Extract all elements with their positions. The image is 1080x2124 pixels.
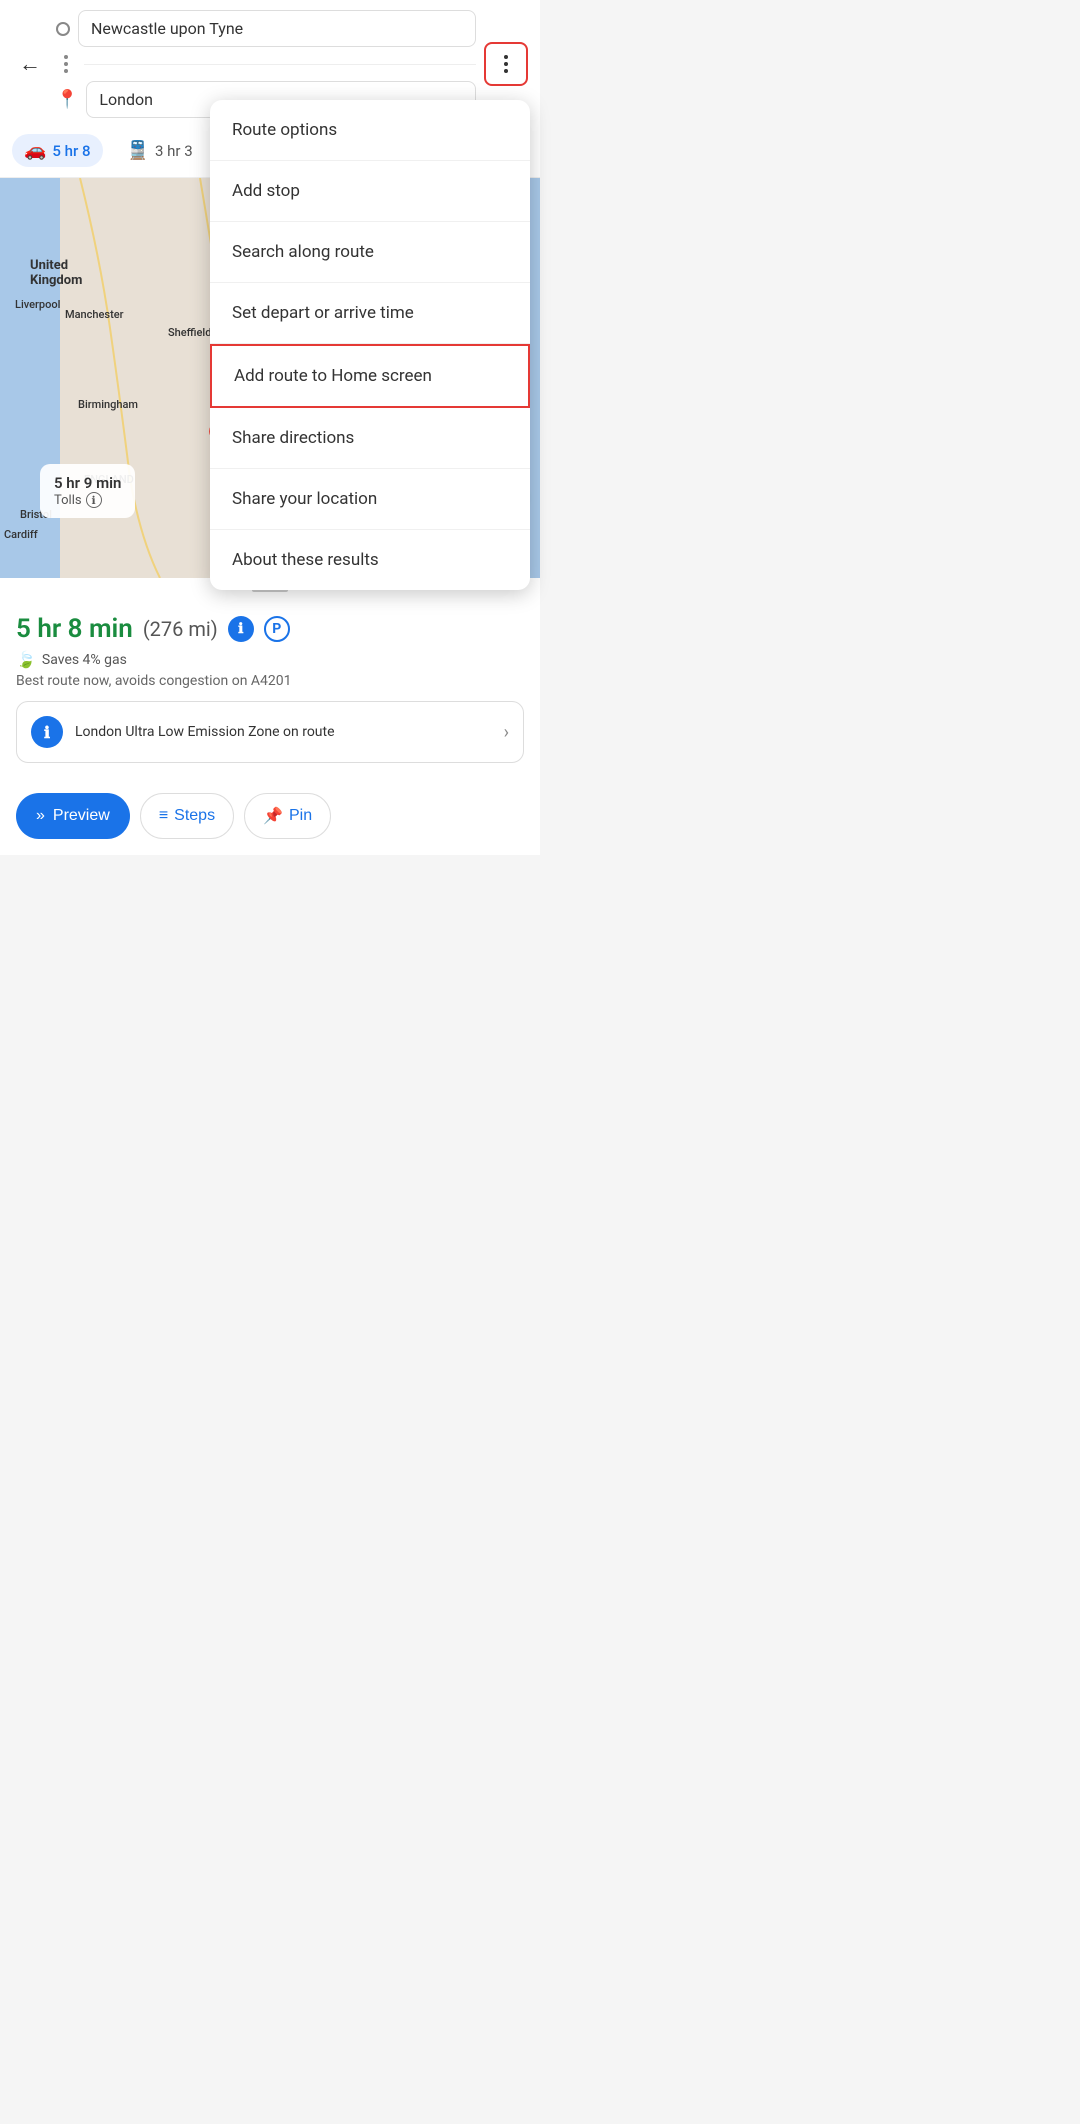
car-icon: 🚗 — [24, 140, 46, 161]
pin-button[interactable]: 📌 Pin — [244, 793, 331, 839]
menu-item-route-options[interactable]: Route options — [210, 100, 530, 161]
gas-savings-text: Saves 4% gas — [42, 652, 127, 668]
driving-time: 5 hr 8 — [52, 142, 90, 160]
more-options-button[interactable] — [484, 42, 528, 86]
menu-item-about-results[interactable]: About these results — [210, 530, 530, 590]
action-buttons: » Preview ≡ Steps 📌 Pin — [0, 785, 540, 855]
map-label-uk: UnitedKingdom — [30, 258, 82, 288]
three-dots-icon — [504, 55, 508, 73]
pin-icon: 📌 — [263, 806, 283, 826]
dropdown-menu: Route options Add stop Search along rout… — [210, 100, 530, 590]
destination-icon: 📍 — [56, 91, 78, 109]
menu-item-add-route-home[interactable]: Add route to Home screen — [210, 344, 530, 408]
preview-arrows-icon: » — [36, 807, 45, 825]
emission-chevron-icon: › — [504, 722, 509, 743]
menu-label-add-stop: Add stop — [232, 181, 300, 201]
tolls-info-icon: ℹ — [86, 492, 102, 508]
emission-info-icon: ℹ — [31, 716, 63, 748]
menu-label-search-along-route: Search along route — [232, 242, 374, 262]
menu-label-about-results: About these results — [232, 550, 379, 570]
preview-label: Preview — [53, 807, 110, 825]
bottom-panel: 5 hr 8 min (276 mi) ℹ P 🍃 Saves 4% gas B… — [0, 598, 540, 785]
leaf-icon: 🍃 — [16, 650, 36, 669]
emission-text: London Ultra Low Emission Zone on route — [75, 724, 492, 740]
route-info-badge[interactable]: ℹ — [228, 616, 254, 642]
menu-label-route-options: Route options — [232, 120, 337, 140]
menu-item-share-location[interactable]: Share your location — [210, 469, 530, 530]
route-time-line: 5 hr 8 min (276 mi) ℹ P — [16, 614, 524, 644]
origin-input[interactable]: Newcastle upon Tyne — [78, 10, 476, 47]
menu-item-set-depart-arrive[interactable]: Set depart or arrive time — [210, 283, 530, 344]
menu-label-set-depart-arrive: Set depart or arrive time — [232, 303, 414, 323]
tab-transit[interactable]: 🚆 3 hr 3 — [115, 134, 205, 167]
tab-driving[interactable]: 🚗 5 hr 8 — [12, 134, 103, 167]
route-time-display: 5 hr 8 min — [16, 614, 133, 644]
tolls-info: Tolls ℹ — [54, 492, 121, 508]
map-label-liverpool: Liverpool — [15, 298, 60, 311]
back-button[interactable]: ← — [12, 46, 48, 82]
map-label-manchester: Manchester — [65, 308, 124, 321]
transit-time: 3 hr 3 — [155, 142, 193, 160]
menu-label-share-location: Share your location — [232, 489, 377, 509]
menu-label-share-directions: Share directions — [232, 428, 354, 448]
route-distance-display: (276 mi) — [143, 617, 218, 641]
steps-icon: ≡ — [159, 807, 168, 825]
origin-row: Newcastle upon Tyne — [56, 10, 476, 47]
train-icon: 🚆 — [127, 140, 149, 161]
route-info-box: 5 hr 9 min Tolls ℹ — [40, 464, 135, 518]
menu-item-share-directions[interactable]: Share directions — [210, 408, 530, 469]
route-description: Best route now, avoids congestion on A42… — [16, 673, 524, 689]
menu-item-add-stop[interactable]: Add stop — [210, 161, 530, 222]
preview-button[interactable]: » Preview — [16, 793, 130, 839]
tolls-label: Tolls — [54, 493, 82, 508]
route-time: 5 hr 9 min — [54, 474, 121, 492]
steps-label: Steps — [174, 807, 215, 825]
route-separator — [56, 53, 76, 75]
back-icon: ← — [19, 51, 41, 77]
origin-icon — [56, 22, 70, 36]
parking-badge[interactable]: P — [264, 616, 290, 642]
pin-label: Pin — [289, 807, 312, 825]
map-label-birmingham: Birmingham — [78, 398, 138, 411]
steps-button[interactable]: ≡ Steps — [140, 793, 234, 839]
emission-card[interactable]: ℹ London Ultra Low Emission Zone on rout… — [16, 701, 524, 763]
gas-savings: 🍃 Saves 4% gas — [16, 650, 524, 669]
map-label-sheffield: Sheffield — [168, 326, 211, 339]
map-label-cardiff: Cardiff — [4, 528, 38, 541]
menu-label-add-route-home: Add route to Home screen — [234, 366, 432, 386]
menu-item-search-along-route[interactable]: Search along route — [210, 222, 530, 283]
